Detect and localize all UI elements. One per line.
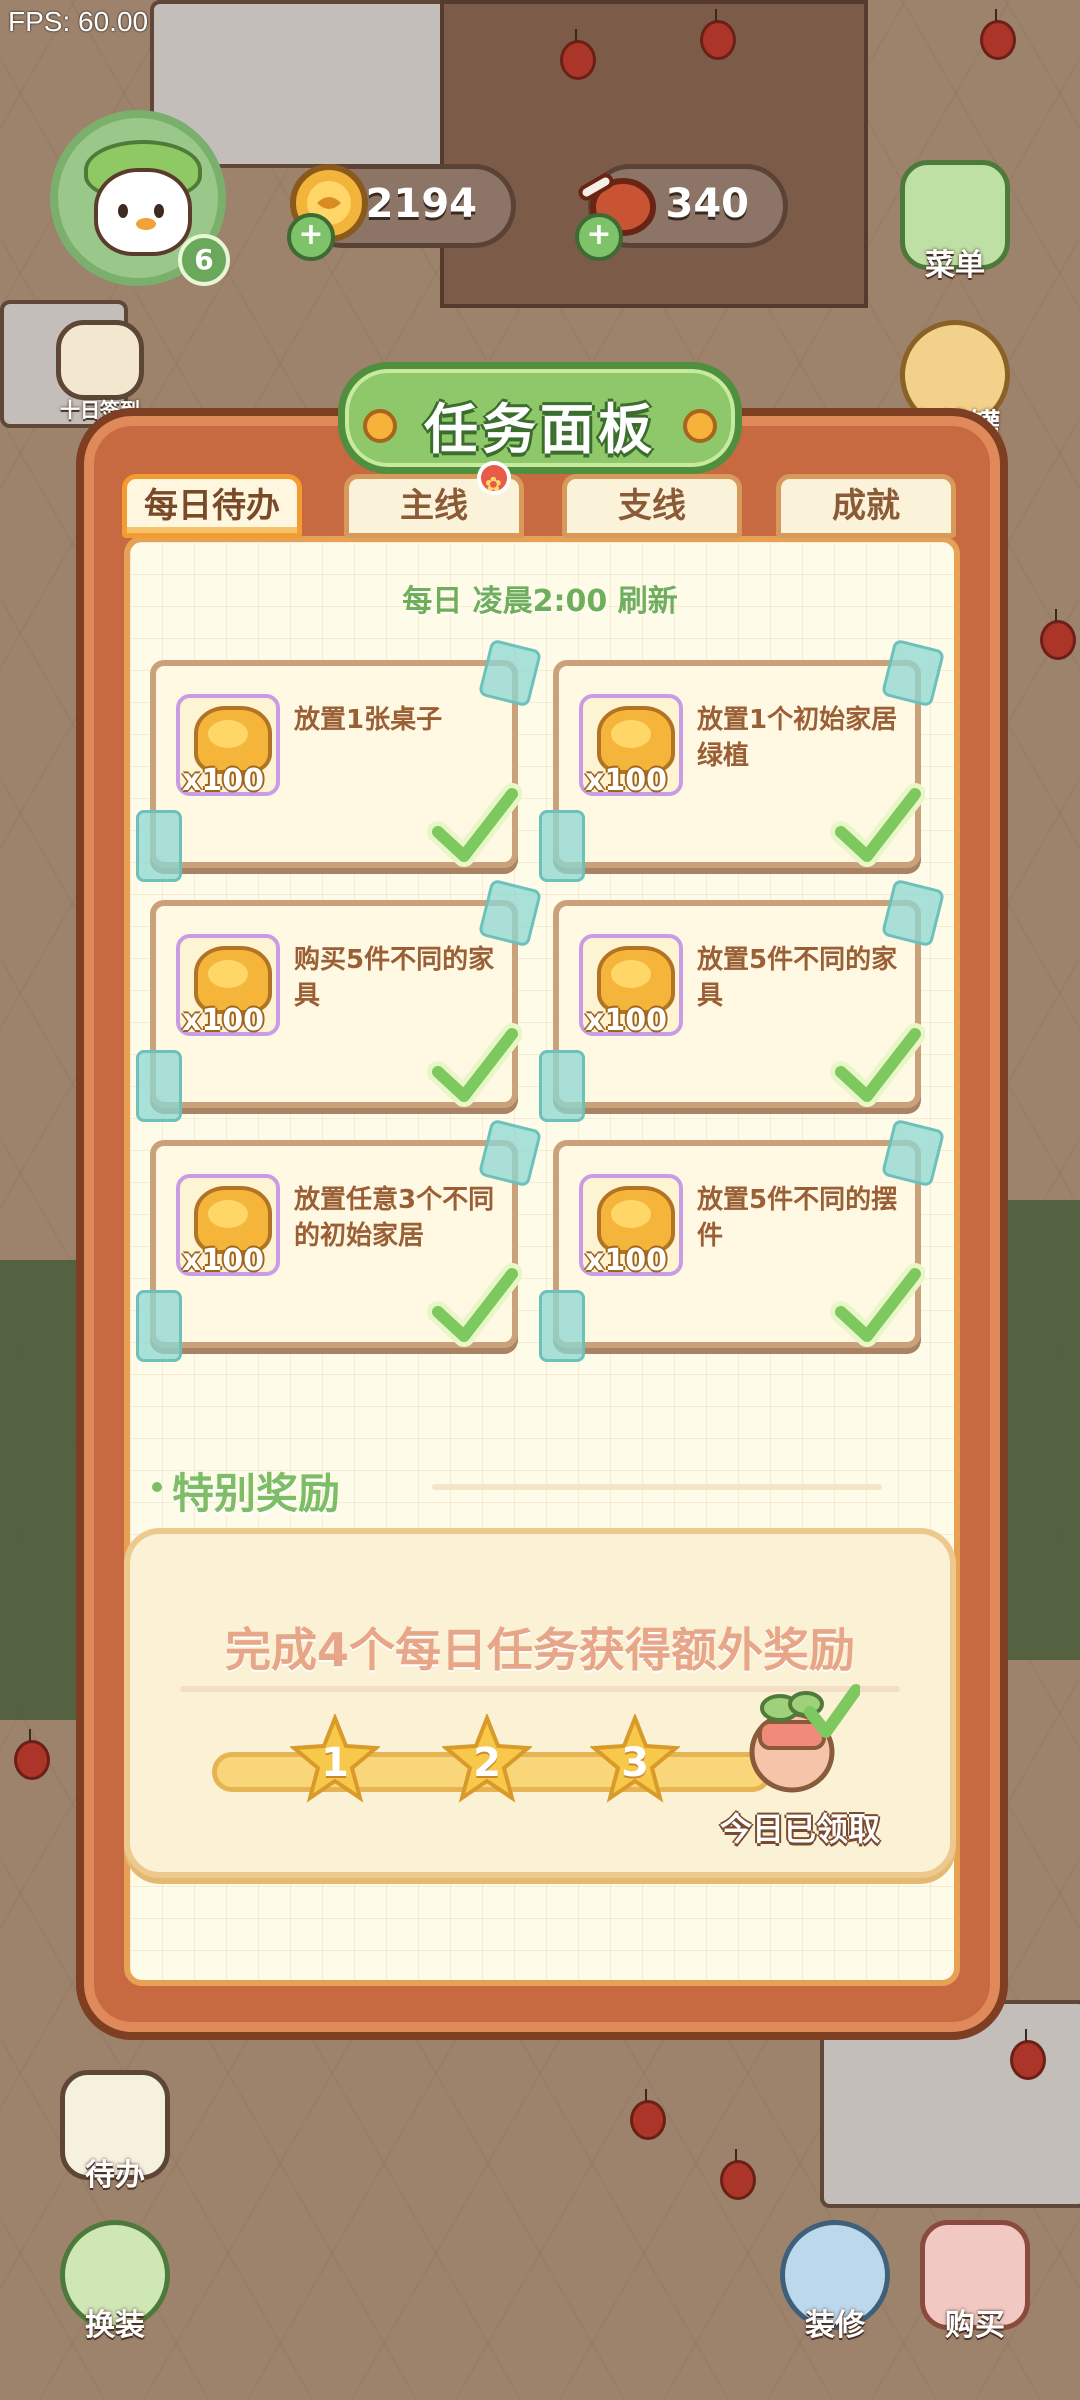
task-description: 放置1张桌子 — [294, 705, 443, 735]
bonus-requirement-text: 完成4个每日任务获得额外奖励 — [224, 1623, 855, 1677]
checkmark-icon — [830, 1263, 925, 1347]
milestone-star: 3 — [588, 1712, 682, 1804]
task-description: 放置任意3个不同的初始家居 — [294, 1185, 495, 1251]
new-badge-icon — [477, 457, 511, 511]
task-card[interactable]: x100 放置任意3个不同的初始家居 — [136, 1118, 543, 1362]
checkmark-icon — [830, 783, 925, 867]
checkmark-icon — [427, 1023, 522, 1107]
tape-clip — [136, 810, 182, 882]
task-card[interactable]: x100 放置5件不同的摆件 — [539, 1118, 946, 1362]
milestone-number: 3 — [621, 1740, 649, 1786]
task-description: 放置5件不同的家具 — [697, 945, 898, 1011]
task-description: 购买5件不同的家具 — [294, 945, 495, 1011]
decorate-button[interactable]: 装修 — [770, 2220, 900, 2344]
tape-clip — [539, 1050, 585, 1122]
menu-button[interactable]: 菜单 — [890, 160, 1020, 284]
checkmark-icon — [830, 1023, 925, 1107]
task-description: 放置5件不同的摆件 — [697, 1185, 898, 1251]
tab-achievements[interactable]: 成就 — [776, 474, 956, 538]
tab-main-label: 主线 — [400, 486, 468, 526]
level-badge: 6 — [178, 234, 230, 286]
task-card[interactable]: x100 放置1个初始家居绿植 — [539, 638, 946, 882]
menu-label: 菜单 — [925, 248, 985, 283]
claimed-status: 今日已领取 — [720, 1810, 881, 1848]
reward-quantity: x100 — [585, 763, 667, 798]
reward-slot: x100 — [579, 1174, 683, 1278]
reward-slot: x100 — [579, 934, 683, 1038]
task-tabs: 每日待办 主线 支线 成就 — [122, 457, 962, 544]
milestone-number: 1 — [321, 1740, 349, 1786]
shop-label: 购买 — [945, 2308, 1005, 2343]
decorate-label: 装修 — [805, 2308, 865, 2343]
tab-daily-label: 每日待办 — [144, 486, 280, 526]
fps-counter: FPS: 60.00 — [8, 6, 149, 37]
duck-face-icon — [94, 168, 192, 256]
task-panel-title-plate: 任务面板 — [338, 362, 742, 474]
todo-button[interactable]: 待办 — [50, 2070, 180, 2194]
shop-button[interactable]: 购买 — [910, 2220, 1040, 2344]
food-counter: + 340 — [575, 164, 788, 261]
reward-slot: x100 — [579, 694, 683, 798]
radish-reward-icon[interactable] — [740, 1682, 860, 1802]
food-amount: 340 — [665, 181, 750, 227]
add-food-button[interactable]: + — [575, 213, 623, 261]
reward-quantity: x100 — [585, 1003, 667, 1038]
panel-title: 任务面板 — [424, 398, 656, 461]
reward-quantity: x100 — [182, 1243, 264, 1278]
reward-slot: x100 — [176, 1174, 280, 1278]
milestone-star: 2 — [440, 1712, 534, 1804]
checkmark-icon — [427, 1263, 522, 1347]
coin-counter: + 2194 — [287, 164, 516, 261]
coin-amount: 2194 — [365, 181, 477, 227]
tab-main[interactable]: 主线 — [344, 457, 524, 538]
bonus-reward-card: 完成4个每日任务获得额外奖励 1 2 3 今日已领取 — [124, 1528, 956, 1878]
special-reward-title: 特别奖励 — [151, 1460, 340, 1521]
tape-clip — [136, 1050, 182, 1122]
tape-clip — [539, 810, 585, 882]
todo-label: 待办 — [85, 2158, 145, 2193]
reward-quantity: x100 — [585, 1243, 667, 1278]
divider — [432, 1484, 882, 1490]
milestone-star: 1 — [288, 1712, 382, 1804]
eye — [118, 204, 128, 218]
task-description: 放置1个初始家居绿植 — [697, 705, 898, 771]
reward-quantity: x100 — [182, 1003, 264, 1038]
add-coins-button[interactable]: + — [287, 213, 335, 261]
reward-quantity: x100 — [182, 763, 264, 798]
task-card[interactable]: x100 放置5件不同的家具 — [539, 878, 946, 1122]
beak — [136, 218, 156, 230]
tab-side[interactable]: 支线 — [562, 474, 742, 538]
tape-clip — [539, 1290, 585, 1362]
tab-side-label: 支线 — [618, 486, 686, 526]
eye — [154, 204, 164, 218]
dress-up-label: 换装 — [85, 2308, 145, 2343]
task-card[interactable]: x100 购买5件不同的家具 — [136, 878, 543, 1122]
reward-slot: x100 — [176, 694, 280, 798]
reward-slot: x100 — [176, 934, 280, 1038]
milestone-number: 2 — [473, 1740, 501, 1786]
refresh-time-note: 每日 凌晨2:00 刷新 — [402, 584, 678, 619]
tab-achievements-label: 成就 — [832, 486, 900, 526]
task-card[interactable]: x100 放置1张桌子 — [136, 638, 543, 882]
calendar-icon — [56, 320, 144, 400]
tab-daily[interactable]: 每日待办 — [122, 474, 302, 538]
checkmark-icon — [427, 783, 522, 867]
dress-up-button[interactable]: 换装 — [50, 2220, 180, 2344]
tape-clip — [136, 1290, 182, 1362]
